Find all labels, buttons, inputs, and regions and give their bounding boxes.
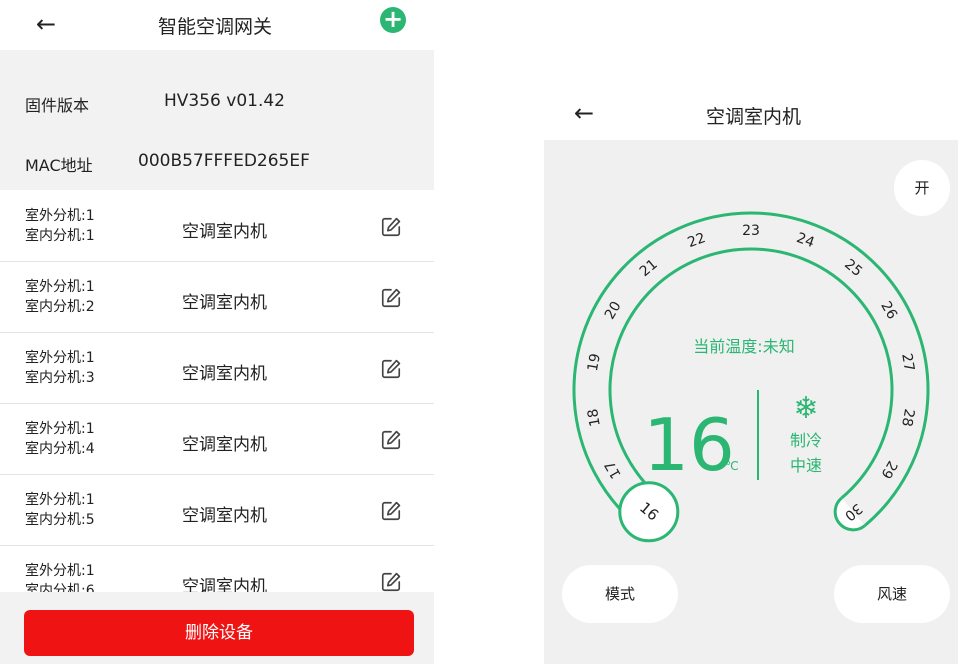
device-name: 空调室内机	[182, 364, 267, 384]
back-arrow-icon[interactable]: ←	[36, 12, 56, 36]
device-address: 室外分机:1 室内分机:2	[25, 277, 95, 317]
firmware-label: 固件版本	[25, 96, 90, 115]
dial-tick-label: 19	[585, 352, 604, 372]
device-name: 空调室内机	[182, 435, 267, 455]
snowflake-icon: ❄	[793, 391, 818, 426]
gateway-info-panel: 固件版本 HV356 v01.42 MAC地址 000B57FFFED265EF	[0, 50, 434, 190]
device-address: 室外分机:1 室内分机:4	[25, 419, 95, 459]
device-row[interactable]: 室外分机:1 室内分机:4 空调室内机	[0, 405, 434, 475]
dial-tick-label: 28	[898, 407, 917, 427]
device-row[interactable]: 室外分机:1 室内分机:6 空调室内机	[0, 547, 434, 592]
device-name: 空调室内机	[182, 222, 267, 242]
gateway-header: ← 智能空调网关 +	[0, 0, 434, 50]
dial-tick-label: 25	[841, 256, 865, 280]
device-name: 空调室内机	[182, 293, 267, 313]
outdoor-unit-label: 室外分机:1	[25, 421, 95, 437]
fan-speed-button[interactable]: 风速	[834, 565, 950, 623]
device-row[interactable]: 室外分机:1 室内分机:5 空调室内机	[0, 476, 434, 546]
dial-tick-label: 24	[794, 230, 816, 251]
indoor-unit-label: 室内分机:6	[25, 583, 95, 592]
edit-icon[interactable]	[380, 358, 402, 380]
outdoor-unit-label: 室外分机:1	[25, 279, 95, 295]
outdoor-unit-label: 室外分机:1	[25, 563, 95, 579]
fan-speed-value: 中速	[790, 456, 822, 475]
delete-device-button[interactable]: 删除设备	[24, 610, 414, 656]
mode-button[interactable]: 模式	[562, 565, 678, 623]
dial-tick-label: 23	[742, 223, 760, 239]
page-title: 智能空调网关	[158, 16, 273, 38]
dial-ticks: 171819202122 23 24252627282930	[585, 223, 917, 524]
device-address: 室外分机:1 室内分机:3	[25, 348, 95, 388]
indoor-unit-label: 室内分机:4	[25, 441, 95, 457]
edit-icon[interactable]	[380, 571, 402, 592]
dial-tick-label: 27	[898, 352, 917, 372]
firmware-value: HV356 v01.42	[164, 91, 285, 111]
indoor-unit-label: 室内分机:1	[25, 228, 95, 244]
page-title: 空调室内机	[706, 106, 802, 128]
outdoor-unit-label: 室外分机:1	[25, 350, 95, 366]
bottom-bar: 删除设备	[0, 592, 434, 664]
device-address: 室外分机:1 室内分机:1	[25, 206, 95, 246]
device-row[interactable]: 室外分机:1 室内分机:1 空调室内机	[0, 192, 434, 262]
dial-tick-label: 18	[585, 407, 604, 427]
dial-outer-arc	[572, 211, 930, 527]
temperature-unit: ℃	[725, 459, 738, 473]
dial-tick-label: 29	[877, 458, 900, 481]
indoor-unit-screen: ← 空调室内机 开 17 18 19 20 21 22 23 24 25 26 27 28 29 30 1…	[544, 88, 958, 664]
indoor-unit-label: 室内分机:2	[25, 299, 95, 315]
back-arrow-icon[interactable]: ←	[574, 101, 594, 125]
mac-label: MAC地址	[25, 156, 93, 175]
device-list: 室外分机:1 室内分机:1 空调室内机 室外分机:1 室内分机:2 空调室内机 室外分机:1…	[0, 192, 434, 592]
dial-tick-label: 22	[685, 230, 707, 251]
device-name: 空调室内机	[182, 577, 267, 592]
indoor-unit-label: 室内分机:3	[25, 370, 95, 386]
device-row[interactable]: 室外分机:1 室内分机:3 空调室内机	[0, 334, 434, 404]
device-address: 室外分机:1 室内分机:5	[25, 490, 95, 530]
edit-icon[interactable]	[380, 500, 402, 522]
dial-tick-label: 17	[602, 458, 625, 481]
current-temperature: 当前温度:未知	[693, 337, 794, 356]
indoor-unit-label: 室内分机:5	[25, 512, 95, 528]
control-panel: 开 17 18 19 20 21 22 23 24 25 26 27 28 29 30 16 当前温度:未…	[544, 140, 958, 664]
gateway-screen: ← 智能空调网关 + 固件版本 HV356 v01.42 MAC地址 000B5…	[0, 0, 434, 664]
device-name: 空调室内机	[182, 506, 267, 526]
dial-tick-label: 20	[602, 299, 625, 322]
mode-value: 制冷	[790, 431, 822, 450]
dial-tick-label: 21	[637, 256, 661, 280]
device-row[interactable]: 室外分机:1 室内分机:2 空调室内机	[0, 263, 434, 333]
dial-tick-label: 26	[877, 299, 900, 323]
mac-value: 000B57FFFED265EF	[138, 151, 310, 171]
edit-icon[interactable]	[380, 287, 402, 309]
edit-icon[interactable]	[380, 216, 402, 238]
device-address: 室外分机:1 室内分机:6	[25, 561, 95, 592]
set-temperature: 16	[643, 403, 735, 487]
edit-icon[interactable]	[380, 429, 402, 451]
add-device-button[interactable]: +	[380, 7, 406, 33]
outdoor-unit-label: 室外分机:1	[25, 208, 95, 224]
outdoor-unit-label: 室外分机:1	[25, 492, 95, 508]
